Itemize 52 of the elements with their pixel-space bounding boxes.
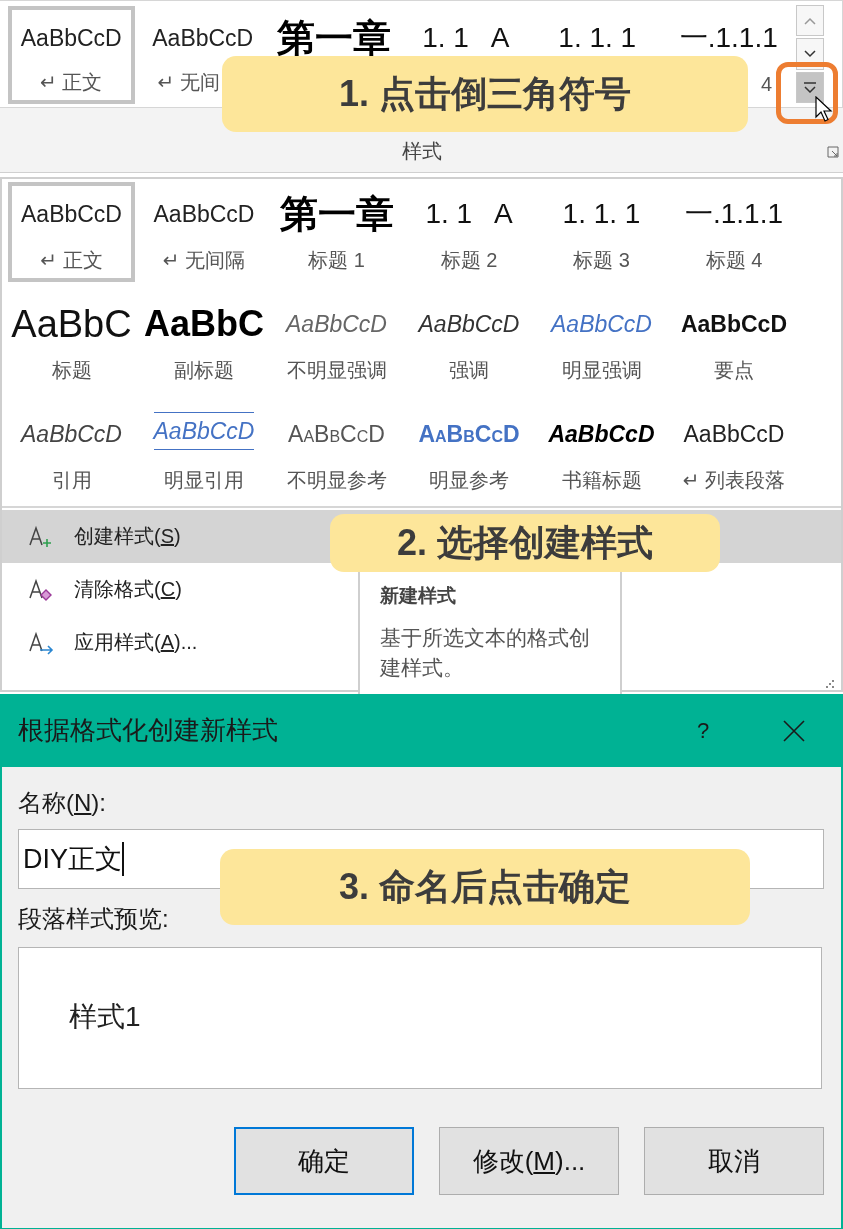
style-name: 副标题 (174, 358, 234, 383)
style-name: 明显参考 (429, 468, 509, 493)
preview-text: 样式1 (69, 1001, 141, 1032)
field-label: 段落样式预览: (18, 904, 170, 934)
style-sample: AaBbCcD (548, 420, 655, 449)
style-sample: 一.1.1.1 (679, 21, 778, 55)
style-name: 引用 (51, 468, 92, 493)
style-sample: AaBbCcD (153, 200, 255, 229)
group-label: 样式 (401, 139, 442, 164)
field-label: 名称(N): (18, 788, 107, 818)
style-sample: 一.1.1.1 (684, 197, 784, 231)
style-name: 不明显强调 (286, 358, 387, 383)
style-sample: AaBbC (144, 302, 264, 346)
style-sample: AaBbCcD (683, 420, 785, 449)
style-sample: AaBbCcD (418, 420, 520, 449)
style-name: 标题 2 (440, 248, 498, 273)
style-sample: AaBbCcD (20, 24, 122, 53)
style-sample: AaBbCcD (551, 310, 652, 339)
step-tooltip: 1. 点击倒三角符号 (222, 56, 748, 132)
style-name: 标题 1 (308, 248, 365, 273)
style-name: 标题 (51, 358, 92, 383)
style-sample: 第一章 (279, 192, 394, 236)
tooltip-title: 新建样式 (380, 584, 457, 608)
style-sample: AaBbCcD (288, 420, 385, 449)
style-name: 明显引用 (164, 468, 244, 493)
style-name: ↵ 列表段落 (682, 468, 786, 493)
style-name: ↵ 无间 (156, 70, 220, 95)
style-sample: 1. 1. 1 (562, 197, 641, 231)
style-name: 强调 (449, 358, 489, 383)
style-name: 明显强调 (561, 358, 642, 383)
step-tooltip: 2. 选择创建样式 (330, 514, 720, 572)
style-sample: AaBbCcD (153, 412, 255, 450)
style-sample: AaBbCcD (680, 310, 788, 339)
style-name: 要点 (714, 358, 754, 383)
style-sample: AaBbCcD (21, 420, 122, 449)
dialog-title: 根据格式化创建新样式 (18, 714, 279, 747)
step-tooltip: 3. 命名后点击确定 (220, 849, 750, 925)
style-sample: AaBbCcD (286, 310, 387, 339)
style-sample: 1. 1 A (425, 197, 513, 231)
style-sample: AaBbC (11, 302, 132, 346)
tooltip-text: 基于所选文本的格式创建样式。 (380, 625, 591, 681)
style-name: ↵ 无间隔 (162, 248, 246, 273)
style-name: 4 (760, 73, 773, 96)
style-sample: AaBbCcD (418, 310, 520, 339)
style-name: ↵ 正文 (40, 70, 103, 95)
style-name: 书籍标题 (561, 468, 642, 493)
style-name: 标题 4 (705, 248, 763, 273)
style-name: 标题 3 (573, 248, 630, 273)
style-sample: AaBbCcD (21, 200, 122, 229)
style-sample: AaBbCcD (152, 24, 254, 53)
style-name: ↵ 正文 (40, 248, 103, 273)
style-name: 不明显参考 (286, 468, 387, 493)
